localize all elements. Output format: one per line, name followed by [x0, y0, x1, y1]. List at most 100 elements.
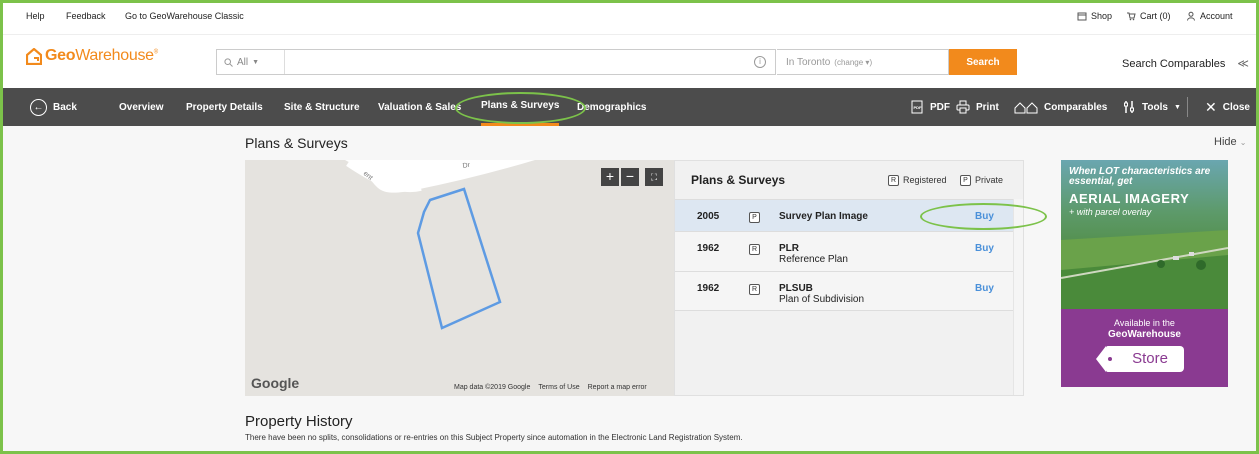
info-icon[interactable]: i	[754, 56, 766, 68]
location-selector[interactable]: In Toronto (change ▾)	[777, 49, 949, 75]
account-link[interactable]: Account	[1186, 11, 1233, 21]
utility-bar: Help Feedback Go to GeoWarehouse Classic…	[0, 0, 1259, 34]
report-error-link[interactable]: Report a map error	[588, 384, 647, 391]
collapse-left-icon[interactable]: ≪	[1237, 57, 1249, 70]
map-attribution: Map data ©2019 Google Terms of Use Repor…	[454, 384, 647, 391]
close-button[interactable]: ✕ Close	[1205, 88, 1250, 126]
search-scope-label: All	[237, 56, 249, 68]
logo-warehouse-text: Warehouse	[75, 47, 154, 64]
property-parcel[interactable]	[416, 187, 502, 330]
search-bar: All ▼	[216, 49, 776, 75]
print-button[interactable]: Print	[956, 88, 999, 126]
ad-store-banner: Available in the GeoWarehouse Store	[1061, 309, 1228, 387]
registered-badge-icon: R	[749, 244, 760, 255]
ad-subtitle: + with parcel overlay	[1069, 207, 1152, 217]
fullscreen-icon[interactable]: ⛶	[645, 168, 663, 186]
plan-year: 1962	[697, 283, 720, 294]
classic-link[interactable]: Go to GeoWarehouse Classic	[125, 11, 244, 21]
map-canvas[interactable]: ent Dr	[245, 160, 674, 396]
ad-headline: When LOT characteristics are essential, …	[1069, 166, 1211, 187]
aerial-imagery-ad[interactable]: When LOT characteristics are essential, …	[1061, 160, 1228, 387]
panel-header: Plans & Surveys R Registered P Private	[675, 161, 1023, 199]
location-label: In Toronto	[786, 56, 831, 68]
chevron-down-icon: ⌄	[1239, 138, 1247, 147]
printer-icon	[956, 100, 970, 114]
property-history-description: There have been no splits, consolidation…	[245, 433, 743, 442]
buy-button[interactable]: Buy	[975, 283, 994, 294]
tab-overview[interactable]: Overview	[119, 88, 163, 126]
panel-scrollbar[interactable]	[1013, 199, 1023, 395]
tab-property-details[interactable]: Property Details	[186, 88, 263, 126]
search-icon	[224, 57, 233, 67]
section-title: Plans & Surveys	[245, 135, 348, 151]
tools-dropdown[interactable]: Tools ▼	[1122, 88, 1181, 126]
back-button[interactable]: ← Back	[30, 88, 77, 126]
close-label: Close	[1222, 101, 1250, 113]
feedback-link[interactable]: Feedback	[66, 11, 106, 21]
comparables-label: Comparables	[1044, 101, 1108, 113]
tools-label: Tools	[1142, 101, 1168, 113]
close-icon: ✕	[1205, 98, 1217, 115]
legend-registered-label: Registered	[903, 175, 947, 185]
search-input[interactable]	[286, 50, 766, 74]
plan-row[interactable]: 1962 R PLSUB Plan of Subdivision Buy	[675, 271, 1013, 311]
tab-plans-surveys[interactable]: Plans & Surveys	[481, 88, 560, 126]
map-view[interactable]: ent Dr + − ⛶ Google Map data ©2019 Googl…	[245, 160, 674, 396]
hide-label: Hide	[1214, 136, 1237, 148]
private-badge-icon: P	[749, 212, 760, 223]
header: GeoWarehouse® All ▼ i In Toronto (change…	[0, 34, 1259, 88]
cart-label: Cart (0)	[1140, 11, 1171, 21]
comparables-houses-icon	[1014, 102, 1038, 114]
svg-text:PDF: PDF	[914, 105, 923, 110]
cart-icon	[1127, 12, 1136, 21]
shop-link[interactable]: Shop	[1077, 11, 1112, 21]
plan-name: PLSUB Plan of Subdivision	[779, 283, 865, 305]
buy-button[interactable]: Buy	[975, 211, 994, 222]
geowarehouse-logo[interactable]: GeoWarehouse®	[26, 47, 158, 65]
ad-brand-text: GeoWarehouse	[1108, 329, 1181, 340]
comparables-button[interactable]: Comparables	[1014, 88, 1107, 126]
caret-down-icon: ▼	[1173, 103, 1181, 111]
ad-available-text: Available in the	[1114, 318, 1175, 328]
pdf-icon: PDF	[911, 100, 923, 114]
map-data-text: Map data ©2019 Google	[454, 384, 531, 391]
caret-down-icon: ▼	[252, 58, 260, 66]
back-arrow-icon: ←	[30, 98, 47, 116]
store-tag-button[interactable]: Store	[1096, 346, 1184, 372]
plan-name: PLR Reference Plan	[779, 243, 848, 265]
tab-valuation-sales[interactable]: Valuation & Sales	[378, 88, 461, 126]
logo-g-icon	[26, 47, 42, 65]
pdf-button[interactable]: PDF PDF	[910, 88, 950, 126]
tab-demographics[interactable]: Demographics	[577, 88, 646, 126]
private-badge-icon: P	[960, 174, 971, 186]
location-change-link[interactable]: (change ▾)	[834, 58, 872, 67]
zoom-out-button[interactable]: −	[621, 168, 639, 186]
tab-site-structure[interactable]: Site & Structure	[284, 88, 360, 126]
search-button[interactable]: Search	[949, 49, 1017, 75]
cart-link[interactable]: Cart (0)	[1126, 11, 1171, 21]
tag-hole-icon	[1108, 357, 1112, 361]
hide-toggle[interactable]: Hide ⌄	[1214, 136, 1246, 148]
help-link[interactable]: Help	[26, 11, 45, 21]
google-logo: Google	[251, 375, 300, 391]
zoom-in-button[interactable]: +	[601, 168, 619, 186]
shop-label: Shop	[1091, 11, 1113, 21]
plan-row[interactable]: 2005 P Survey Plan Image Buy	[675, 199, 1013, 231]
terms-link[interactable]: Terms of Use	[538, 384, 579, 391]
store-label: Store	[1132, 350, 1168, 367]
buy-button[interactable]: Buy	[975, 243, 994, 254]
account-label: Account	[1200, 11, 1233, 21]
search-scope-dropdown[interactable]: All ▼	[217, 50, 285, 74]
plans-surveys-panel: Plans & Surveys R Registered P Private 2…	[674, 160, 1024, 396]
search-comparables-label: Search Comparables	[1122, 57, 1226, 70]
plan-year: 2005	[697, 211, 720, 222]
user-icon	[1187, 11, 1195, 21]
search-comparables-link[interactable]: Search Comparables ≪	[1122, 57, 1249, 71]
legend-registered: R Registered	[888, 174, 947, 186]
shop-icon	[1077, 12, 1087, 21]
property-nav-bar: ← Back Overview Property Details Site & …	[0, 88, 1259, 126]
plan-row[interactable]: 1962 R PLR Reference Plan Buy	[675, 231, 1013, 271]
nav-divider	[1187, 97, 1188, 117]
logo-trademark: ®	[153, 49, 158, 56]
ad-aerial-photo: When LOT characteristics are essential, …	[1061, 160, 1228, 309]
